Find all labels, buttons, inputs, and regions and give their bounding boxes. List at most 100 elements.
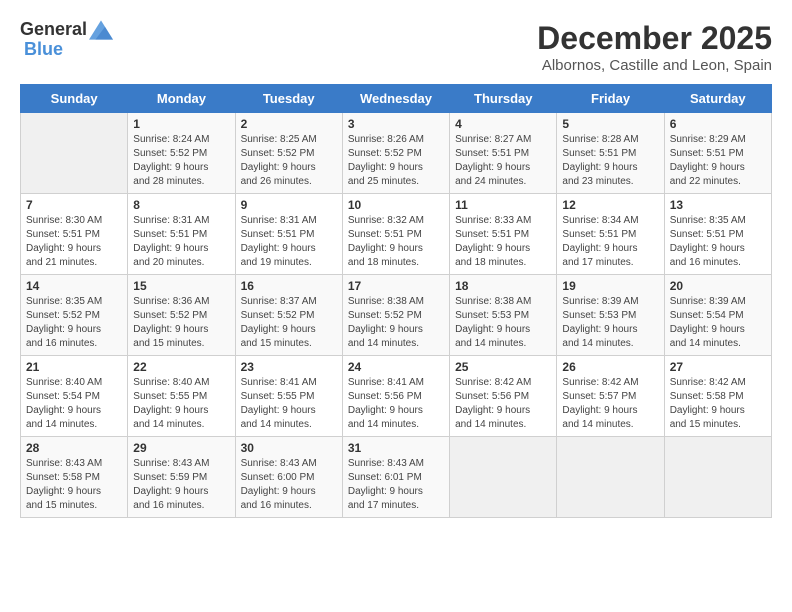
day-number: 26 [562, 360, 658, 374]
day-number: 16 [241, 279, 337, 293]
cell-info: Sunrise: 8:25 AMSunset: 5:52 PMDaylight:… [241, 133, 337, 189]
cell-info: Sunrise: 8:40 AMSunset: 5:55 PMDaylight:… [133, 376, 229, 432]
calendar-cell: 7 Sunrise: 8:30 AMSunset: 5:51 PMDaylight… [21, 194, 128, 275]
day-number: 17 [348, 279, 444, 293]
calendar-cell [21, 113, 128, 194]
day-header-sunday: Sunday [21, 85, 128, 113]
day-header-friday: Friday [557, 85, 664, 113]
location-title: Albornos, Castille and Leon, Spain [537, 57, 772, 74]
day-number: 24 [348, 360, 444, 374]
calendar-cell: 16 Sunrise: 8:37 AMSunset: 5:52 PMDayligh… [235, 275, 342, 356]
cell-info: Sunrise: 8:43 AMSunset: 6:01 PMDaylight:… [348, 457, 444, 513]
calendar-cell: 2 Sunrise: 8:25 AMSunset: 5:52 PMDaylight… [235, 113, 342, 194]
calendar-cell: 19 Sunrise: 8:39 AMSunset: 5:53 PMDayligh… [557, 275, 664, 356]
day-number: 1 [133, 117, 229, 131]
logo: General Blue [20, 20, 113, 60]
cell-info: Sunrise: 8:42 AMSunset: 5:56 PMDaylight:… [455, 376, 551, 432]
cell-info: Sunrise: 8:35 AMSunset: 5:52 PMDaylight:… [26, 295, 122, 351]
day-number: 25 [455, 360, 551, 374]
logo-blue: Blue [24, 40, 63, 60]
day-number: 31 [348, 441, 444, 455]
calendar-cell: 30 Sunrise: 8:43 AMSunset: 6:00 PMDayligh… [235, 437, 342, 518]
cell-info: Sunrise: 8:43 AMSunset: 5:58 PMDaylight:… [26, 457, 122, 513]
cell-info: Sunrise: 8:37 AMSunset: 5:52 PMDaylight:… [241, 295, 337, 351]
day-number: 13 [670, 198, 766, 212]
day-header-saturday: Saturday [664, 85, 771, 113]
cell-info: Sunrise: 8:27 AMSunset: 5:51 PMDaylight:… [455, 133, 551, 189]
logo-general: General [20, 20, 87, 40]
calendar-cell: 12 Sunrise: 8:34 AMSunset: 5:51 PMDayligh… [557, 194, 664, 275]
day-number: 22 [133, 360, 229, 374]
calendar-cell: 17Sunrise: 8:38 AMSunset: 5:52 PMDayligh… [342, 275, 449, 356]
logo-icon [89, 20, 113, 40]
day-header-wednesday: Wednesday [342, 85, 449, 113]
calendar-cell: 11Sunrise: 8:33 AMSunset: 5:51 PMDayligh… [450, 194, 557, 275]
calendar-cell: 10Sunrise: 8:32 AMSunset: 5:51 PMDayligh… [342, 194, 449, 275]
cell-info: Sunrise: 8:29 AMSunset: 5:51 PMDaylight:… [670, 133, 766, 189]
cell-info: Sunrise: 8:34 AMSunset: 5:51 PMDaylight:… [562, 214, 658, 270]
day-number: 2 [241, 117, 337, 131]
day-number: 20 [670, 279, 766, 293]
day-number: 10 [348, 198, 444, 212]
cell-info: Sunrise: 8:36 AMSunset: 5:52 PMDaylight:… [133, 295, 229, 351]
calendar-cell [664, 437, 771, 518]
cell-info: Sunrise: 8:31 AMSunset: 5:51 PMDaylight:… [133, 214, 229, 270]
day-number: 23 [241, 360, 337, 374]
calendar-cell: 29Sunrise: 8:43 AMSunset: 5:59 PMDayligh… [128, 437, 235, 518]
calendar-week-row: 14Sunrise: 8:35 AMSunset: 5:52 PMDayligh… [21, 275, 772, 356]
calendar-cell: 20Sunrise: 8:39 AMSunset: 5:54 PMDayligh… [664, 275, 771, 356]
cell-info: Sunrise: 8:26 AMSunset: 5:52 PMDaylight:… [348, 133, 444, 189]
day-number: 30 [241, 441, 337, 455]
calendar-cell: 18Sunrise: 8:38 AMSunset: 5:53 PMDayligh… [450, 275, 557, 356]
day-number: 19 [562, 279, 658, 293]
calendar-cell: 3 Sunrise: 8:26 AMSunset: 5:52 PMDaylight… [342, 113, 449, 194]
cell-info: Sunrise: 8:41 AMSunset: 5:56 PMDaylight:… [348, 376, 444, 432]
calendar-cell: 5Sunrise: 8:28 AMSunset: 5:51 PMDaylight… [557, 113, 664, 194]
cell-info: Sunrise: 8:33 AMSunset: 5:51 PMDaylight:… [455, 214, 551, 270]
day-number: 28 [26, 441, 122, 455]
title-block: December 2025 Albornos, Castille and Leo… [537, 20, 772, 74]
day-header-thursday: Thursday [450, 85, 557, 113]
calendar-cell [557, 437, 664, 518]
calendar-cell: 1 Sunrise: 8:24 AMSunset: 5:52 PMDaylight… [128, 113, 235, 194]
calendar-cell: 26Sunrise: 8:42 AMSunset: 5:57 PMDayligh… [557, 356, 664, 437]
calendar-cell: 24 Sunrise: 8:41 AMSunset: 5:56 PMDayligh… [342, 356, 449, 437]
cell-info: Sunrise: 8:40 AMSunset: 5:54 PMDaylight:… [26, 376, 122, 432]
day-number: 4 [455, 117, 551, 131]
cell-info: Sunrise: 8:41 AMSunset: 5:55 PMDaylight:… [241, 376, 337, 432]
calendar-cell [450, 437, 557, 518]
calendar-cell: 4 Sunrise: 8:27 AMSunset: 5:51 PMDaylight… [450, 113, 557, 194]
calendar-cell: 23 Sunrise: 8:41 AMSunset: 5:55 PMDayligh… [235, 356, 342, 437]
calendar-cell: 28 Sunrise: 8:43 AMSunset: 5:58 PMDayligh… [21, 437, 128, 518]
day-number: 21 [26, 360, 122, 374]
page-header: General Blue December 2025 Albornos, Cas… [20, 20, 772, 74]
cell-info: Sunrise: 8:43 AMSunset: 6:00 PMDaylight:… [241, 457, 337, 513]
day-number: 12 [562, 198, 658, 212]
day-number: 3 [348, 117, 444, 131]
calendar-week-row: 1 Sunrise: 8:24 AMSunset: 5:52 PMDaylight… [21, 113, 772, 194]
day-header-tuesday: Tuesday [235, 85, 342, 113]
calendar-cell: 15Sunrise: 8:36 AMSunset: 5:52 PMDayligh… [128, 275, 235, 356]
day-number: 27 [670, 360, 766, 374]
calendar-header-row: SundayMondayTuesdayWednesdayThursdayFrid… [21, 85, 772, 113]
calendar-week-row: 21 Sunrise: 8:40 AMSunset: 5:54 PMDayligh… [21, 356, 772, 437]
cell-info: Sunrise: 8:35 AMSunset: 5:51 PMDaylight:… [670, 214, 766, 270]
calendar-cell: 25 Sunrise: 8:42 AMSunset: 5:56 PMDayligh… [450, 356, 557, 437]
day-number: 8 [133, 198, 229, 212]
calendar-cell: 21 Sunrise: 8:40 AMSunset: 5:54 PMDayligh… [21, 356, 128, 437]
day-number: 6 [670, 117, 766, 131]
day-number: 18 [455, 279, 551, 293]
calendar-cell: 22 Sunrise: 8:40 AMSunset: 5:55 PMDayligh… [128, 356, 235, 437]
cell-info: Sunrise: 8:30 AMSunset: 5:51 PMDaylight:… [26, 214, 122, 270]
calendar-cell: 9Sunrise: 8:31 AMSunset: 5:51 PMDaylight… [235, 194, 342, 275]
day-number: 5 [562, 117, 658, 131]
day-number: 7 [26, 198, 122, 212]
calendar-cell: 14Sunrise: 8:35 AMSunset: 5:52 PMDayligh… [21, 275, 128, 356]
calendar-cell: 27 Sunrise: 8:42 AMSunset: 5:58 PMDayligh… [664, 356, 771, 437]
cell-info: Sunrise: 8:24 AMSunset: 5:52 PMDaylight:… [133, 133, 229, 189]
month-title: December 2025 [537, 20, 772, 57]
calendar-cell: 6 Sunrise: 8:29 AMSunset: 5:51 PMDaylight… [664, 113, 771, 194]
cell-info: Sunrise: 8:42 AMSunset: 5:58 PMDaylight:… [670, 376, 766, 432]
calendar-cell: 8 Sunrise: 8:31 AMSunset: 5:51 PMDaylight… [128, 194, 235, 275]
cell-info: Sunrise: 8:39 AMSunset: 5:53 PMDaylight:… [562, 295, 658, 351]
